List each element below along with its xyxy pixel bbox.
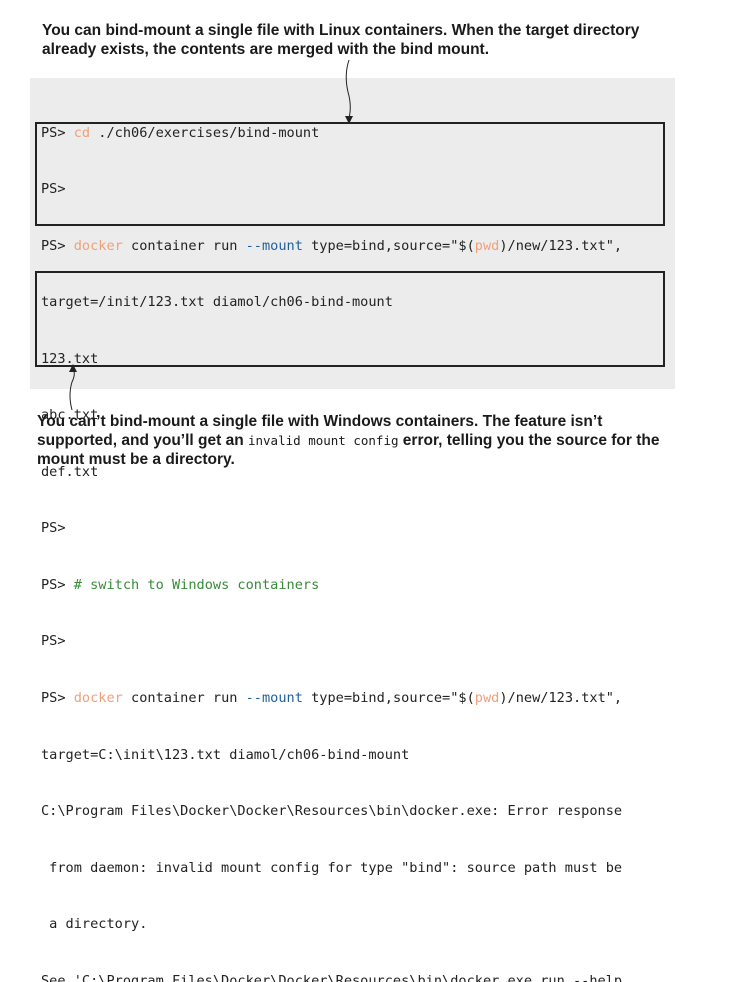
terminal-line: PS> [41,633,66,650]
terminal-line: from daemon: invalid mount config for ty… [41,859,623,876]
terminal-line: PS> docker container run --mount type=bi… [41,690,623,706]
terminal-line: PS> [41,520,66,537]
annotation-windows: You can’t bind-mount a single file with … [37,413,660,468]
arrow-bottom [69,364,77,411]
arrow-top [345,59,353,124]
terminal-line: target=C:\init\123.txt diamol/ch06-bind-… [41,746,410,763]
terminal-line: a directory. [41,916,148,933]
terminal-line: PS> # switch to Windows containers [41,576,320,593]
terminal-line: C:\Program Files\Docker\Docker\Resources… [41,803,623,820]
terminal-line: See 'C:\Program Files\Docker\Docker\Reso… [41,972,623,982]
